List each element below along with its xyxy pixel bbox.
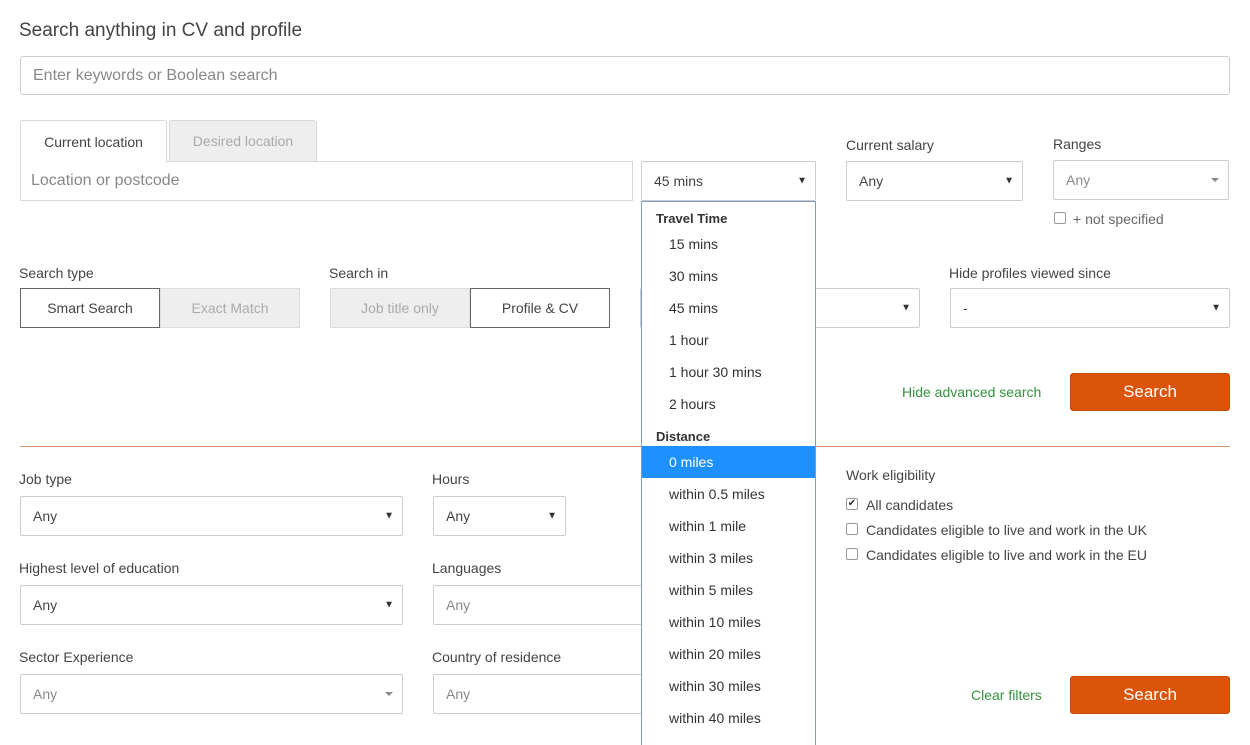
job-type-label: Job type [19, 471, 72, 487]
not-specified-checkbox[interactable] [1054, 212, 1066, 224]
search-in-label: Search in [329, 265, 389, 281]
job-type-select[interactable]: Any ▼ [20, 496, 403, 536]
option-20-miles[interactable]: within 20 miles [642, 638, 815, 670]
option-5-miles[interactable]: within 5 miles [642, 574, 815, 606]
tab-current-location[interactable]: Current location [20, 120, 167, 163]
tab-desired-location[interactable]: Desired location [169, 120, 317, 162]
option-10-miles[interactable]: within 10 miles [642, 606, 815, 638]
smart-search-button[interactable]: Smart Search [20, 288, 160, 328]
dropdown-arrow-icon: ▼ [384, 599, 394, 611]
keyword-search-input[interactable] [20, 56, 1230, 95]
profile-cv-button[interactable]: Profile & CV [470, 288, 610, 328]
work-eligibility-label: Work eligibility [846, 467, 936, 483]
languages-value: Any [446, 597, 471, 613]
travel-distance-dropdown-list[interactable]: Travel Time 15 mins 30 mins 45 mins 1 ho… [641, 201, 816, 745]
current-salary-value: Any [859, 173, 884, 189]
option-30-miles[interactable]: within 30 miles [642, 670, 815, 702]
languages-select[interactable]: Any [433, 585, 648, 625]
languages-label: Languages [432, 560, 502, 576]
hours-value: Any [446, 508, 471, 524]
sector-experience-label: Sector Experience [19, 649, 134, 665]
education-label: Highest level of education [19, 560, 180, 576]
hours-label: Hours [432, 471, 470, 487]
uk-eligible-label: Candidates eligible to live and work in … [866, 522, 1147, 538]
current-salary-label: Current salary [846, 137, 934, 153]
hide-profiles-value: - [963, 300, 968, 316]
all-candidates-label: All candidates [866, 497, 954, 513]
hours-select[interactable]: Any ▼ [433, 496, 566, 536]
caret-down-icon [1211, 178, 1219, 182]
option-3-miles[interactable]: within 3 miles [642, 542, 815, 574]
group-distance: Distance [656, 429, 711, 444]
option-15-mins[interactable]: 15 mins [642, 228, 815, 260]
country-label: Country of residence [432, 649, 562, 665]
option-2-hours[interactable]: 2 hours [642, 388, 815, 420]
option-40-miles[interactable]: within 40 miles [642, 702, 815, 734]
all-candidates-checkbox[interactable]: ✔ [846, 498, 858, 510]
dropdown-arrow-icon: ▼ [1211, 302, 1221, 314]
hide-advanced-search-link[interactable]: Hide advanced search [902, 384, 1041, 400]
dropdown-arrow-icon: ▼ [797, 175, 807, 187]
country-value: Any [446, 686, 471, 702]
dropdown-arrow-icon: ▼ [1004, 175, 1014, 187]
option-60-miles[interactable]: within 60 miles [642, 734, 815, 745]
page-title: Search anything in CV and profile [19, 20, 303, 41]
eu-eligible-checkbox[interactable] [846, 548, 858, 560]
job-title-only-button[interactable]: Job title only [330, 288, 470, 328]
location-input[interactable] [20, 161, 633, 201]
travel-distance-value: 45 mins [654, 173, 704, 189]
option-30-mins[interactable]: 30 mins [642, 260, 815, 292]
uk-eligible-checkbox[interactable] [846, 523, 858, 535]
dropdown-arrow-icon: ▼ [384, 510, 394, 522]
ranges-select[interactable]: Any [1053, 160, 1229, 200]
clear-filters-link[interactable]: Clear filters [971, 687, 1042, 703]
ranges-label: Ranges [1053, 136, 1102, 152]
country-select[interactable]: Any [433, 674, 648, 714]
option-1-mile[interactable]: within 1 mile [642, 510, 815, 542]
eu-eligible-label: Candidates eligible to live and work in … [866, 547, 1147, 563]
dropdown-arrow-icon: ▼ [901, 302, 911, 314]
caret-down-icon [385, 692, 393, 696]
search-button[interactable]: Search [1070, 373, 1230, 411]
option-45-mins[interactable]: 45 mins [642, 292, 815, 324]
search-type-label: Search type [19, 265, 94, 281]
option-0-miles[interactable]: 0 miles [642, 446, 815, 478]
current-salary-select[interactable]: Any ▼ [846, 161, 1023, 201]
dropdown-arrow-icon: ▼ [547, 510, 557, 522]
option-1-hour[interactable]: 1 hour [642, 324, 815, 356]
education-select[interactable]: Any ▼ [20, 585, 403, 625]
sector-experience-value: Any [33, 686, 58, 702]
section-divider [20, 446, 1230, 447]
option-0-5-miles[interactable]: within 0.5 miles [642, 478, 815, 510]
travel-distance-select[interactable]: 45 mins ▼ [641, 161, 816, 201]
not-specified-label: + not specified [1073, 211, 1164, 227]
search-button-bottom[interactable]: Search [1070, 676, 1230, 714]
exact-match-button[interactable]: Exact Match [160, 288, 300, 328]
group-travel-time: Travel Time [656, 211, 728, 226]
option-1-hour-30-mins[interactable]: 1 hour 30 mins [642, 356, 815, 388]
job-type-value: Any [33, 508, 58, 524]
sector-experience-select[interactable]: Any [20, 674, 403, 714]
hide-profiles-select[interactable]: - ▼ [950, 288, 1230, 328]
ranges-value: Any [1066, 172, 1091, 188]
education-value: Any [33, 597, 58, 613]
hide-profiles-label: Hide profiles viewed since [949, 265, 1111, 281]
